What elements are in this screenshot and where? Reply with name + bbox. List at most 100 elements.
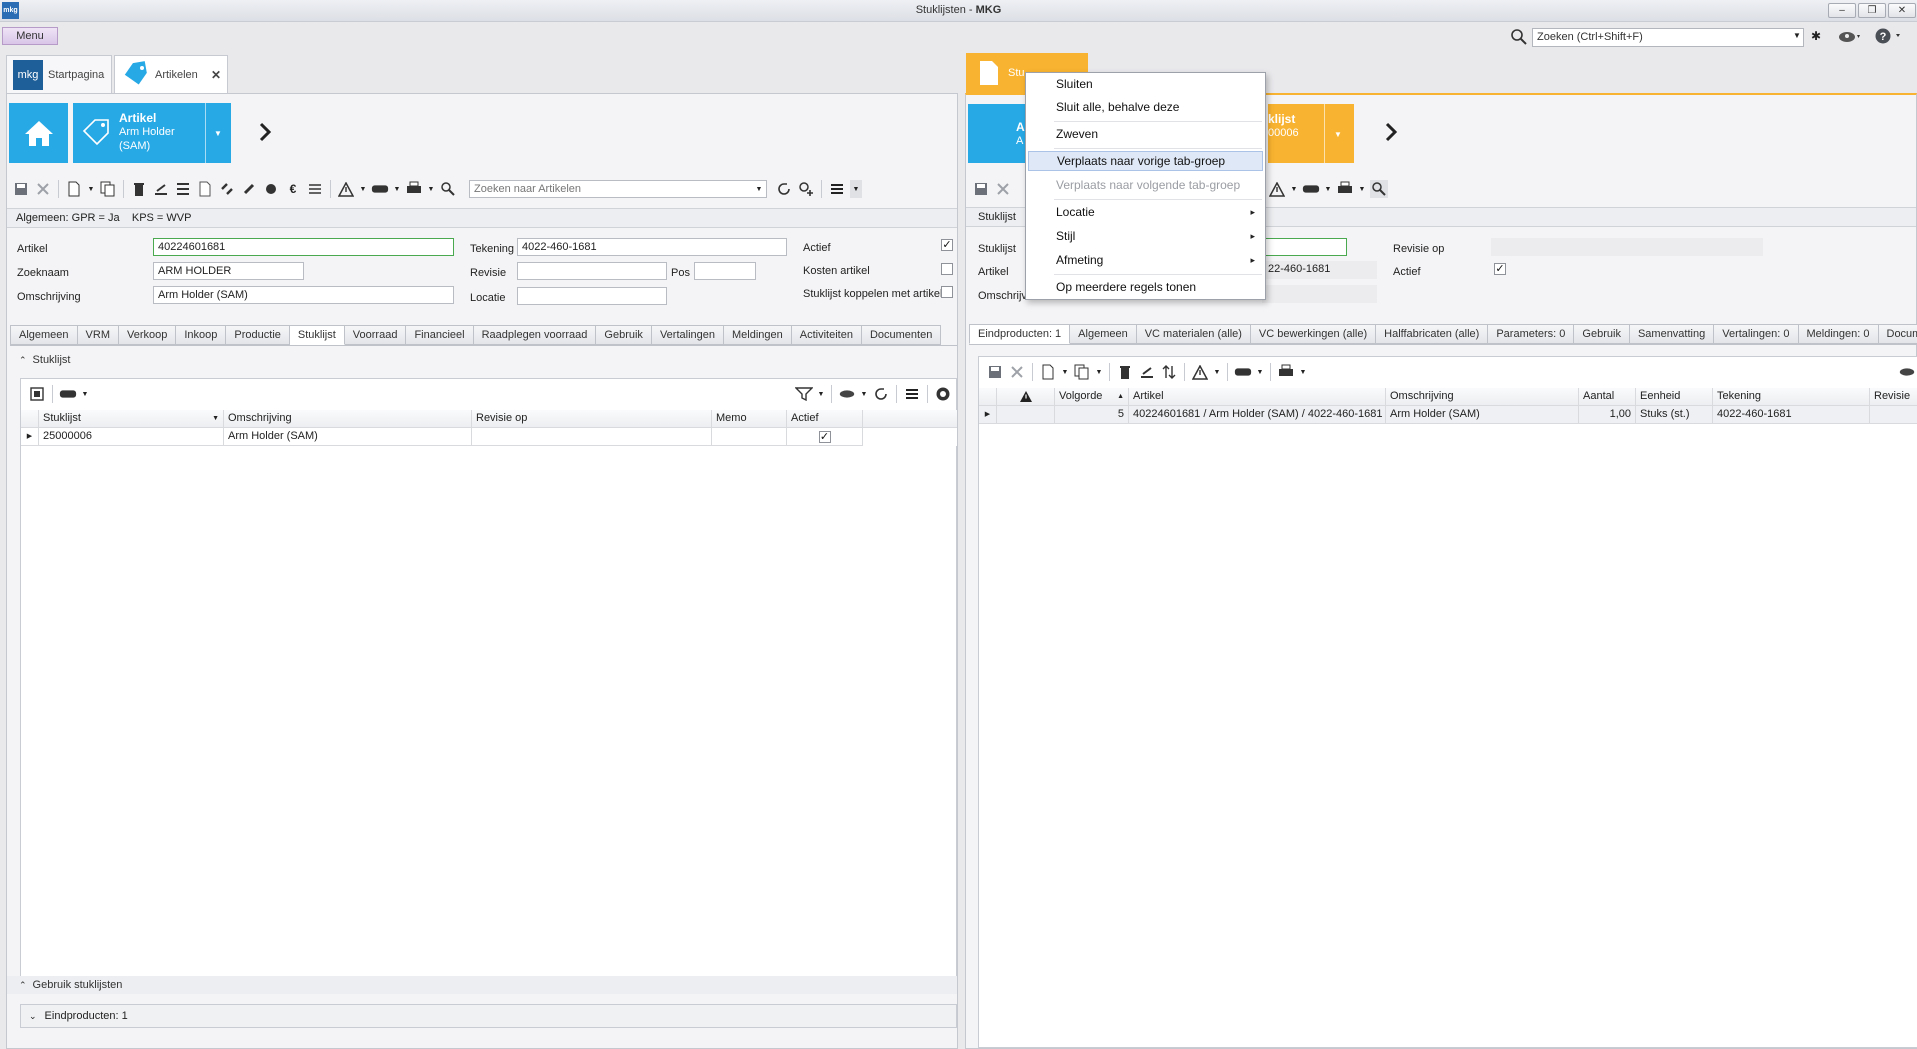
- column-header-volgorde[interactable]: Volgorde ▲: [1055, 388, 1129, 405]
- row-expand-icon[interactable]: ▶: [21, 428, 39, 445]
- eindproducten-group[interactable]: ⌄ Eindproducten: 1: [20, 1004, 957, 1028]
- menu-item-meerdere-regels[interactable]: Op meerdere regels tonen: [1028, 277, 1263, 297]
- chevron-right-icon[interactable]: [1384, 122, 1398, 142]
- chevron-down-icon[interactable]: ▼: [1358, 180, 1366, 198]
- close-window-button[interactable]: ✕: [1888, 3, 1916, 18]
- chevron-down-icon[interactable]: ▼: [1256, 363, 1264, 381]
- pin-icon[interactable]: [240, 180, 258, 198]
- stuklijst-tile-right[interactable]: klijst 00006 ▼: [1268, 104, 1354, 163]
- copy-icon[interactable]: [1073, 363, 1091, 381]
- right-subtab-4[interactable]: Halffabricaten (alle): [1376, 324, 1489, 344]
- new-document-icon[interactable]: [65, 180, 83, 198]
- table-row[interactable]: ▶ 25000006 Arm Holder (SAM) ✓: [21, 428, 863, 446]
- left-subtab-3[interactable]: Inkoop: [176, 325, 227, 345]
- right-subtab-0[interactable]: Eindproducten: 1: [969, 324, 1071, 344]
- column-header-warning[interactable]: [997, 388, 1055, 405]
- print-icon[interactable]: [1336, 180, 1354, 198]
- left-subtab-13[interactable]: Documenten: [861, 325, 942, 345]
- right-actief-checkbox[interactable]: ✓: [1494, 263, 1506, 275]
- minimize-button[interactable]: ‒: [1828, 3, 1856, 18]
- artikel-field[interactable]: 40224601681: [153, 238, 454, 256]
- tab-artikelen[interactable]: Artikelen ✕: [114, 55, 228, 93]
- calculate-icon[interactable]: [1138, 363, 1156, 381]
- left-subtab-6[interactable]: Voorraad: [344, 325, 407, 345]
- warning-icon[interactable]: [337, 180, 355, 198]
- right-subtab-10[interactable]: Docume: [1878, 324, 1917, 344]
- preview-icon[interactable]: [439, 180, 457, 198]
- warning-icon[interactable]: [1191, 363, 1209, 381]
- new-document-icon[interactable]: [1039, 363, 1057, 381]
- left-subtab-8[interactable]: Raadplegen voorraad: [473, 325, 597, 345]
- right-subtab-3[interactable]: VC bewerkingen (alle): [1250, 324, 1377, 344]
- left-subtab-11[interactable]: Meldingen: [723, 325, 792, 345]
- hamburger-icon[interactable]: [903, 385, 921, 403]
- right-subtab-6[interactable]: Gebruik: [1574, 324, 1630, 344]
- stuklijst-koppelen-checkbox[interactable]: [941, 286, 953, 298]
- chevron-down-icon[interactable]: ▼: [1793, 31, 1801, 40]
- left-subtab-10[interactable]: Vertalingen: [651, 325, 724, 345]
- tekening-field[interactable]: 4022-460-1681: [517, 238, 787, 256]
- filter-icon[interactable]: [795, 385, 813, 403]
- refresh-icon[interactable]: [872, 385, 890, 403]
- right-subtab-8[interactable]: Vertalingen: 0: [1714, 324, 1799, 344]
- menu-button[interactable]: Menu: [2, 27, 58, 45]
- search-icon[interactable]: [1510, 28, 1527, 45]
- save-icon[interactable]: [972, 180, 990, 198]
- calculate-icon[interactable]: [152, 180, 170, 198]
- table-row[interactable]: ▶ 5 40224601681 / Arm Holder (SAM) / 402…: [979, 406, 1917, 424]
- chevron-down-icon[interactable]: ▼: [427, 180, 435, 198]
- right-subtab-9[interactable]: Meldingen: 0: [1798, 324, 1879, 344]
- columns-icon[interactable]: [838, 385, 856, 403]
- left-subtab-4[interactable]: Productie: [226, 325, 290, 345]
- column-header-omschrijving[interactable]: Omschrijving: [224, 410, 472, 427]
- left-subtab-7[interactable]: Financieel: [406, 325, 474, 345]
- chevron-down-icon[interactable]: ▼: [1290, 180, 1298, 198]
- chevron-down-icon[interactable]: ▼: [817, 385, 825, 403]
- left-subtab-5[interactable]: Stuklijst: [289, 325, 345, 345]
- left-subtab-12[interactable]: Activiteiten: [791, 325, 862, 345]
- chevron-down-icon[interactable]: ▼: [1095, 363, 1103, 381]
- restore-button[interactable]: ❐: [1858, 3, 1886, 18]
- global-search-input[interactable]: Zoeken (Ctrl+Shift+F): [1532, 28, 1804, 47]
- chevron-right-icon[interactable]: [258, 122, 272, 142]
- left-subtab-1[interactable]: VRM: [77, 325, 119, 345]
- tools-icon[interactable]: [262, 180, 280, 198]
- delete-icon[interactable]: [1116, 363, 1134, 381]
- structure-icon[interactable]: [174, 180, 192, 198]
- chevron-down-icon[interactable]: ▼: [1334, 130, 1342, 139]
- column-header-revisie[interactable]: Revisie: [1870, 388, 1917, 405]
- left-subtab-2[interactable]: Verkoop: [119, 325, 177, 345]
- report-icon[interactable]: [196, 180, 214, 198]
- view-icon[interactable]: [371, 180, 389, 198]
- home-button[interactable]: [9, 103, 68, 163]
- pos-field[interactable]: [694, 262, 756, 280]
- stuklijst-section-header[interactable]: ⌃ Stuklijst: [7, 351, 957, 369]
- menu-item-zweven[interactable]: Zweven: [1028, 124, 1263, 144]
- menu-item-locatie[interactable]: Locatie ▸: [1028, 202, 1263, 222]
- column-header-stuklijst[interactable]: Stuklijst ▼: [39, 410, 224, 427]
- column-header-eenheid[interactable]: Eenheid: [1636, 388, 1713, 405]
- actief-checkbox[interactable]: ✓: [941, 239, 953, 251]
- right-subtab-2[interactable]: VC materialen (alle): [1136, 324, 1251, 344]
- actief-checkbox[interactable]: ✓: [818, 430, 831, 443]
- left-subtab-0[interactable]: Algemeen: [10, 325, 78, 345]
- chevron-down-icon[interactable]: ▼: [1324, 180, 1332, 198]
- column-header-revisie-op[interactable]: Revisie op: [472, 410, 712, 427]
- menu-item-sluit-alle[interactable]: Sluit alle, behalve deze: [1028, 97, 1263, 117]
- column-header-tekening[interactable]: Tekening: [1713, 388, 1870, 405]
- right-subtab-5[interactable]: Parameters: 0: [1488, 324, 1575, 344]
- user-icon[interactable]: [1838, 29, 1862, 44]
- sort-icon[interactable]: [1160, 363, 1178, 381]
- row-expand-icon[interactable]: ▶: [979, 406, 997, 423]
- chevron-down-icon[interactable]: ▼: [860, 385, 868, 403]
- cancel-icon[interactable]: [34, 180, 52, 198]
- help-icon[interactable]: ?: [1875, 28, 1905, 45]
- column-header-memo[interactable]: Memo: [712, 410, 787, 427]
- column-header-aantal[interactable]: Aantal: [1579, 388, 1636, 405]
- right-subtab-1[interactable]: Algemeen: [1070, 324, 1137, 344]
- artikel-search-input[interactable]: Zoeken naar Artikelen: [469, 180, 767, 198]
- view-icon[interactable]: [1302, 180, 1320, 198]
- view-icon[interactable]: [1234, 363, 1252, 381]
- menu-item-stijl[interactable]: Stijl ▸: [1028, 226, 1263, 246]
- chevron-down-icon[interactable]: ▼: [81, 385, 89, 403]
